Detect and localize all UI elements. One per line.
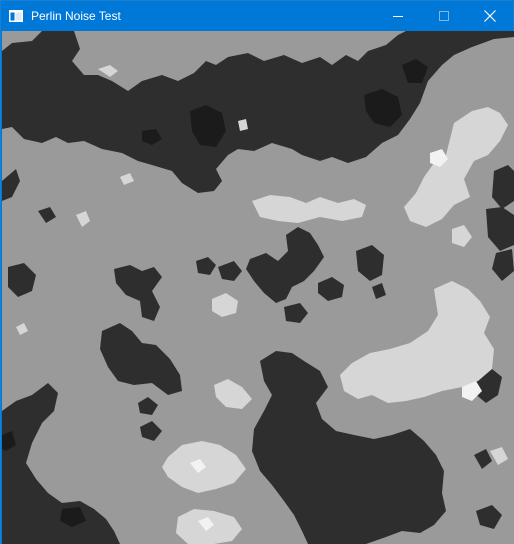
maximize-icon xyxy=(439,11,449,21)
close-button[interactable] xyxy=(467,1,513,31)
noise-canvas xyxy=(2,31,514,544)
close-icon xyxy=(484,10,496,22)
maximize-button[interactable] xyxy=(421,1,467,31)
window-app-icon xyxy=(9,9,23,22)
minimize-icon xyxy=(393,11,403,21)
title-bar[interactable]: Perlin Noise Test xyxy=(1,1,513,31)
perlin-noise-image xyxy=(2,31,514,544)
app-window: Perlin Noise Test xyxy=(0,0,514,544)
window-title: Perlin Noise Test xyxy=(31,9,121,23)
minimize-button[interactable] xyxy=(375,1,421,31)
